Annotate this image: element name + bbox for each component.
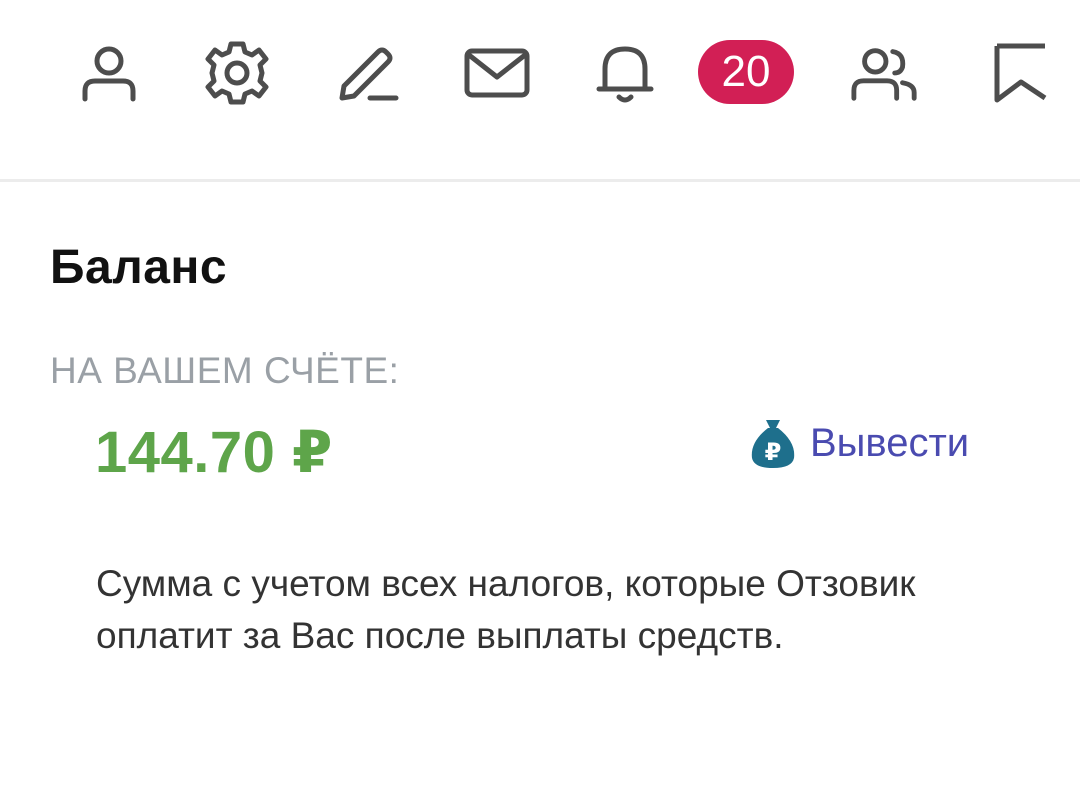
page-title: Баланс [50,241,228,294]
withdraw-link[interactable]: ₽ Вывести [748,416,969,470]
balance-amount: 144.70 ₽ [95,420,333,485]
friends-icon[interactable] [850,38,920,108]
user-icon[interactable] [74,38,144,108]
bookmark-icon[interactable] [984,38,1054,108]
gear-icon[interactable] [202,38,272,108]
svg-text:₽: ₽ [765,438,782,466]
notification-badge[interactable]: 20 [698,40,794,104]
pencil-icon[interactable] [332,38,402,108]
tax-note: Сумма с учетом всех налогов, которые Отз… [96,563,916,656]
withdraw-label: Вывести [810,420,970,465]
account-label: НА ВАШЕМ СЧЁТЕ: [50,350,400,391]
bell-icon[interactable] [590,38,660,108]
money-bag-icon: ₽ [751,420,795,468]
mail-icon[interactable] [462,38,532,108]
top-toolbar: 20 [0,0,1080,182]
